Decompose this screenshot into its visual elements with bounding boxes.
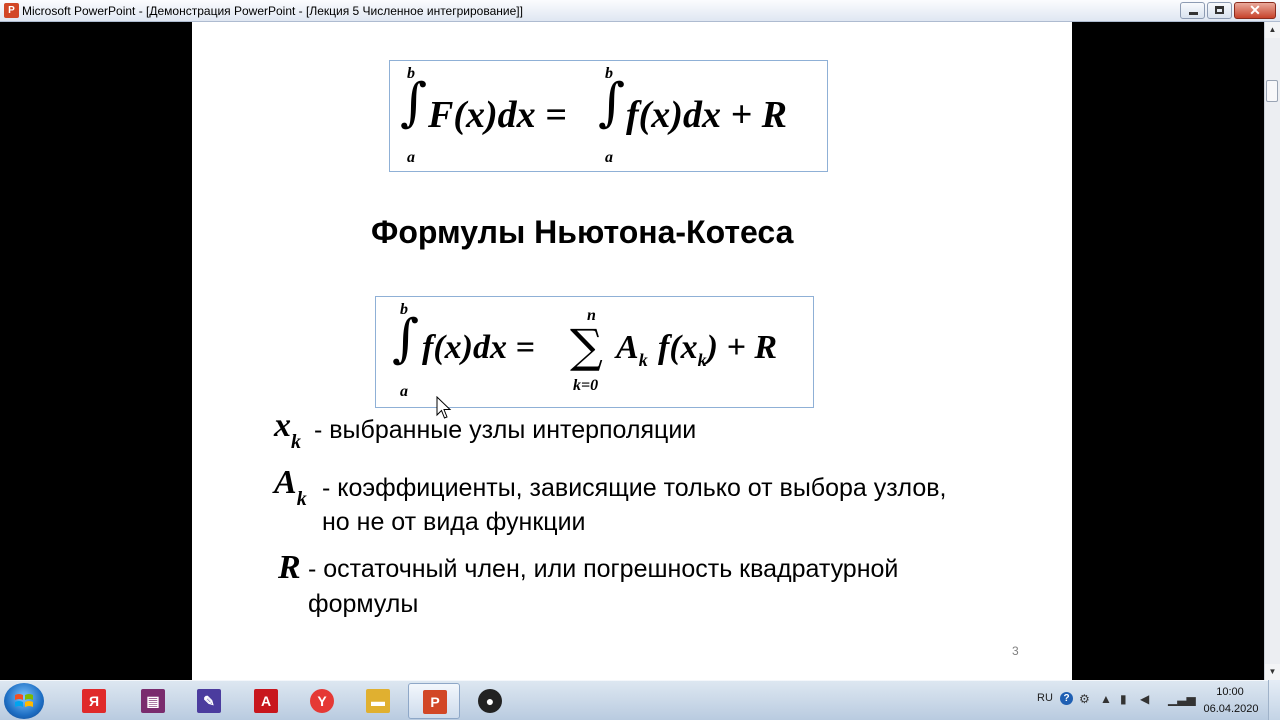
show-hidden-icons-icon[interactable]: ▲ (1100, 692, 1112, 706)
clock-date[interactable]: 06.04.2020 (1200, 703, 1262, 715)
start-button[interactable] (4, 683, 44, 719)
powerpoint-app-icon[interactable]: P (4, 3, 19, 18)
coefficient-index: k (638, 349, 648, 370)
symbol-text: R (278, 549, 301, 586)
node-index: k (697, 349, 707, 370)
scroll-thumb[interactable] (1266, 80, 1278, 102)
integral-sign: ∫ (598, 73, 626, 133)
minimize-button[interactable] (1180, 2, 1205, 19)
show-desktop-button[interactable] (1268, 680, 1280, 720)
volume-icon[interactable]: ◀ (1140, 692, 1149, 706)
taskbar-item-powerpoint[interactable]: P (408, 683, 460, 719)
scroll-up-icon[interactable]: ▲ (1265, 22, 1280, 38)
usb-device-icon[interactable]: ▮ (1120, 692, 1127, 706)
slide-number: 3 (1012, 644, 1019, 658)
formula-tail: ) + R (706, 329, 778, 366)
formula-lhs: f(x)dx = (422, 329, 535, 366)
help-icon[interactable]: ? (1060, 692, 1073, 705)
sum-sign: ∑ (570, 319, 603, 373)
definition-symbol-r: R (278, 549, 301, 587)
taskbar-item-winrar[interactable]: ▤ (127, 683, 179, 719)
lower-limit: a (605, 149, 613, 166)
definition-text-ak-line2: но не от вида функции (322, 508, 586, 536)
window-title: Microsoft PowerPoint - [Демонстрация Pow… (22, 4, 523, 18)
scroll-down-icon[interactable]: ▼ (1265, 664, 1280, 680)
close-button[interactable]: ✕ (1234, 2, 1276, 19)
tray-settings-icon[interactable]: ⚙ (1079, 692, 1090, 706)
integral-sign: ∫ (392, 309, 420, 369)
definition-text-r-line1: - остаточный член, или погрешность квадр… (308, 555, 899, 583)
yandex-icon: Y (310, 689, 334, 713)
minimize-icon (1189, 12, 1198, 15)
formula-lhs: F(x)dx = (428, 94, 567, 136)
slide-heading: Формулы Ньютона-Котеса (371, 214, 794, 250)
language-indicator[interactable]: RU (1037, 692, 1053, 704)
notes-app-icon: ✎ (197, 689, 221, 713)
network-signal-icon[interactable]: ▁▃▅ (1168, 692, 1196, 706)
definition-symbol-ak: Ak (274, 464, 307, 510)
taskbar-item-acrobat[interactable]: A (240, 683, 292, 719)
formula-coefficient: Ak (616, 329, 648, 371)
symbol-text: A (274, 464, 297, 501)
obs-studio-icon: ● (478, 689, 502, 713)
sum-lower-limit: k=0 (573, 377, 599, 394)
winrar-icon: ▤ (141, 689, 165, 713)
taskbar-item-notes[interactable]: ✎ (183, 683, 235, 719)
lower-limit: a (407, 149, 415, 166)
mouse-cursor-icon (436, 396, 452, 419)
formula-rhs: f(x)dx + R (626, 94, 787, 136)
formula-box-definite-integral: b ∫ a F(x)dx = b ∫ a f(x)dx + R (389, 60, 828, 172)
powerpoint-icon: P (423, 690, 447, 714)
symbol-subscript: k (291, 430, 301, 453)
definition-text-r-line2: формулы (308, 590, 419, 618)
vertical-scrollbar[interactable]: ▲ ▼ (1264, 22, 1280, 680)
taskbar-item-obs[interactable]: ● (464, 683, 516, 719)
definition-symbol-xk: xk (274, 407, 301, 453)
clock-time[interactable]: 10:00 (1208, 686, 1252, 698)
taskbar-item-yandex[interactable]: Y (296, 683, 348, 719)
symbol-subscript: k (296, 487, 307, 510)
window-title-bar[interactable]: P Microsoft PowerPoint - [Демонстрация P… (0, 0, 1280, 22)
folder-icon: ▬ (366, 689, 390, 713)
restore-icon (1215, 6, 1224, 14)
definition-text-ak-line1: - коэффициенты, зависящие только от выбо… (322, 474, 947, 502)
formula-function-term: f(xk) + R (658, 329, 777, 371)
definition-text-xk: - выбранные узлы интерполяции (314, 416, 697, 444)
slide-canvas: b ∫ a F(x)dx = b ∫ a f(x)dx + R Формулы … (192, 22, 1072, 680)
integral-sign: ∫ (400, 73, 428, 133)
formula-box-newton-cotes: b ∫ a f(x)dx = n ∑ k=0 Ak f(xk) + R (375, 296, 814, 408)
close-icon: ✕ (1249, 2, 1261, 18)
taskbar-item-file-explorer[interactable]: ▬ (352, 683, 404, 719)
acrobat-reader-icon: A (254, 689, 278, 713)
function-symbol: f(x (658, 329, 698, 366)
yandex-browser-icon: Я (82, 689, 106, 713)
coefficient-symbol: A (616, 329, 639, 366)
maximize-button[interactable] (1207, 2, 1232, 19)
symbol-text: x (274, 407, 291, 444)
windows-logo-icon (15, 694, 33, 707)
lower-limit: a (400, 383, 408, 400)
taskbar-item-yandex-browser[interactable]: Я (68, 683, 120, 719)
